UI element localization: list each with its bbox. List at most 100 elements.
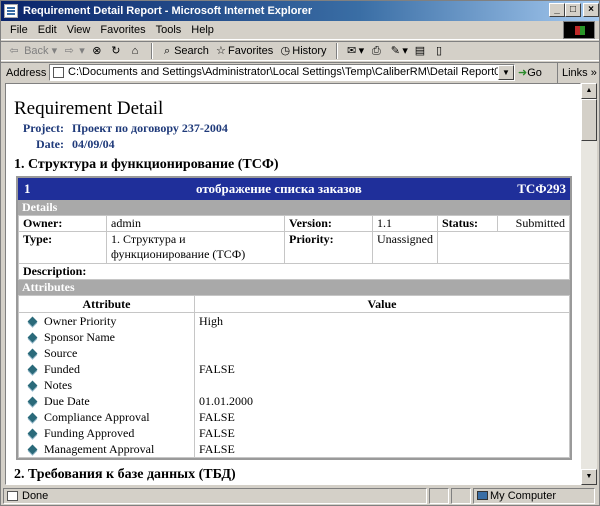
back-arrow-icon: ⇦: [9, 45, 19, 58]
status-panel: [451, 488, 471, 504]
description-label: Description:: [18, 263, 570, 280]
requirement-card: 1 отображение списка заказов ТСФ293 Deta…: [16, 176, 572, 460]
status-bar: Done My Computer: [1, 487, 599, 505]
attribute-name-cell: Funding Approved: [19, 425, 195, 441]
discuss-button[interactable]: ▤: [413, 42, 427, 60]
address-bar: Address C:\Documents and Settings\Admini…: [1, 62, 599, 83]
messenger-button[interactable]: ▯: [432, 42, 446, 60]
table-row: Owner Priority High: [19, 312, 570, 329]
back-button[interactable]: ⇦ Back ▾: [7, 42, 57, 60]
type-value: 1. Структура и функционирование (ТСФ): [106, 231, 285, 264]
forward-button[interactable]: ⇨ ▾: [62, 42, 85, 60]
favorites-button[interactable]: ☆ Favorites: [214, 42, 273, 60]
refresh-button[interactable]: ↻: [109, 42, 123, 60]
attribute-name-cell: Funded: [19, 361, 195, 377]
scroll-down-button[interactable]: ▼: [581, 469, 597, 485]
project-row: Project: Проект по договору 237-2004: [22, 121, 228, 135]
attribute-value: FALSE: [194, 409, 570, 425]
print-button[interactable]: ⎙: [369, 42, 383, 60]
date-value: 04/09/04: [72, 137, 115, 151]
section-heading: 1. Структура и функционирование (ТСФ): [14, 157, 279, 172]
stop-button[interactable]: ⊗: [90, 42, 104, 60]
requirement-tag: ТСФ293: [517, 181, 566, 196]
requirement-number: 1: [24, 181, 31, 196]
attribute-name: Notes: [44, 378, 72, 392]
attribute-column-header: Attribute: [18, 295, 195, 313]
title-bar[interactable]: Requirement Detail Report - Microsoft In…: [1, 1, 599, 21]
attribute-name-cell: Due Date: [19, 393, 195, 409]
address-value: C:\Documents and Settings\Administrator\…: [68, 66, 515, 78]
attribute-name-cell: Sponsor Name: [19, 329, 195, 345]
attribute-name: Owner Priority: [44, 314, 117, 328]
search-button[interactable]: ⌕ Search: [160, 42, 209, 60]
scroll-thumb[interactable]: [581, 99, 597, 141]
date-row: Date: 04/09/04: [36, 137, 115, 151]
history-button[interactable]: ◷ History: [278, 42, 326, 60]
menu-tools[interactable]: Tools: [151, 21, 187, 40]
address-input[interactable]: C:\Documents and Settings\Administrator\…: [49, 64, 515, 81]
scroll-up-button[interactable]: ▲: [581, 83, 597, 99]
home-button[interactable]: ⌂: [128, 42, 142, 60]
attribute-name-cell: Notes: [19, 377, 195, 393]
forward-arrow-icon: ⇨: [64, 45, 74, 58]
menu-edit[interactable]: Edit: [33, 21, 62, 40]
print-icon: ⎙: [371, 45, 381, 58]
attribute-name-cell: Management Approval: [19, 441, 195, 458]
attribute-name: Management Approval: [44, 442, 155, 456]
menu-favorites[interactable]: Favorites: [95, 21, 150, 40]
toolbar-separator: [335, 43, 338, 59]
attribute-name-cell: Compliance Approval: [19, 409, 195, 425]
bullet-icon: [27, 316, 38, 327]
status-text-panel: Done: [3, 488, 427, 504]
bullet-icon: [27, 444, 38, 455]
attribute-value: FALSE: [194, 441, 570, 458]
links-button[interactable]: Links »: [557, 63, 597, 83]
maximize-button[interactable]: □: [565, 3, 581, 17]
bullet-icon: [27, 412, 38, 423]
attribute-name: Funding Approved: [44, 426, 135, 440]
toolbar-separator: [151, 43, 153, 59]
discuss-icon: ▤: [414, 45, 426, 58]
table-row: Notes: [19, 377, 570, 393]
stop-icon: ⊗: [92, 45, 102, 58]
window-title: Requirement Detail Report - Microsoft In…: [23, 5, 313, 17]
bullet-icon: [27, 380, 38, 391]
mail-button[interactable]: ✉ ▾: [345, 42, 364, 60]
edit-button[interactable]: ✎ ▾: [388, 42, 408, 60]
page-done-icon: [7, 491, 18, 501]
attribute-value: FALSE: [194, 361, 570, 377]
menu-view[interactable]: View: [62, 21, 96, 40]
menu-file[interactable]: File: [5, 21, 33, 40]
windows-logo-icon: [563, 21, 595, 39]
attribute-value: FALSE: [194, 425, 570, 441]
refresh-icon: ↻: [111, 45, 121, 58]
attribute-rows: Owner Priority High Sponsor Name Source Fund…: [19, 312, 570, 458]
address-dropdown-button[interactable]: ▼: [498, 65, 514, 80]
attributes-band: Attributes: [18, 280, 570, 295]
menu-help[interactable]: Help: [186, 21, 219, 40]
edit-icon: ✎: [390, 45, 400, 58]
go-button[interactable]: ➜Go: [518, 64, 552, 82]
owner-value: admin: [106, 215, 285, 232]
close-button[interactable]: ×: [583, 3, 599, 17]
attribute-value: [194, 345, 570, 361]
my-computer-icon: [477, 491, 488, 500]
go-arrow-icon: ➜: [518, 67, 528, 79]
chevron-icon: »: [590, 67, 597, 79]
priority-value: Unassigned: [372, 231, 438, 264]
browser-window: Requirement Detail Report - Microsoft In…: [0, 0, 600, 506]
table-row: Due Date 01.01.2000: [19, 393, 570, 409]
standard-toolbar: ⇦ Back ▾ ⇨ ▾ ⊗ ↻ ⌂ ⌕ Search ☆ Favorites ◷ H…: [1, 41, 599, 61]
version-label: Version:: [284, 215, 373, 232]
table-row: Sponsor Name: [19, 329, 570, 345]
page-viewport[interactable]: Requirement Detail Project: Проект по дог…: [5, 83, 581, 485]
attribute-name: Funded: [44, 362, 80, 376]
next-requirement-header: [16, 484, 572, 485]
attribute-value: High: [194, 312, 570, 329]
vertical-scrollbar[interactable]: ▲ ▼: [581, 83, 597, 485]
bullet-icon: [27, 348, 38, 359]
minimize-button[interactable]: _: [549, 3, 565, 17]
attribute-value: [194, 329, 570, 345]
status-value: Submitted: [497, 215, 570, 232]
ie-page-icon: [4, 4, 18, 18]
